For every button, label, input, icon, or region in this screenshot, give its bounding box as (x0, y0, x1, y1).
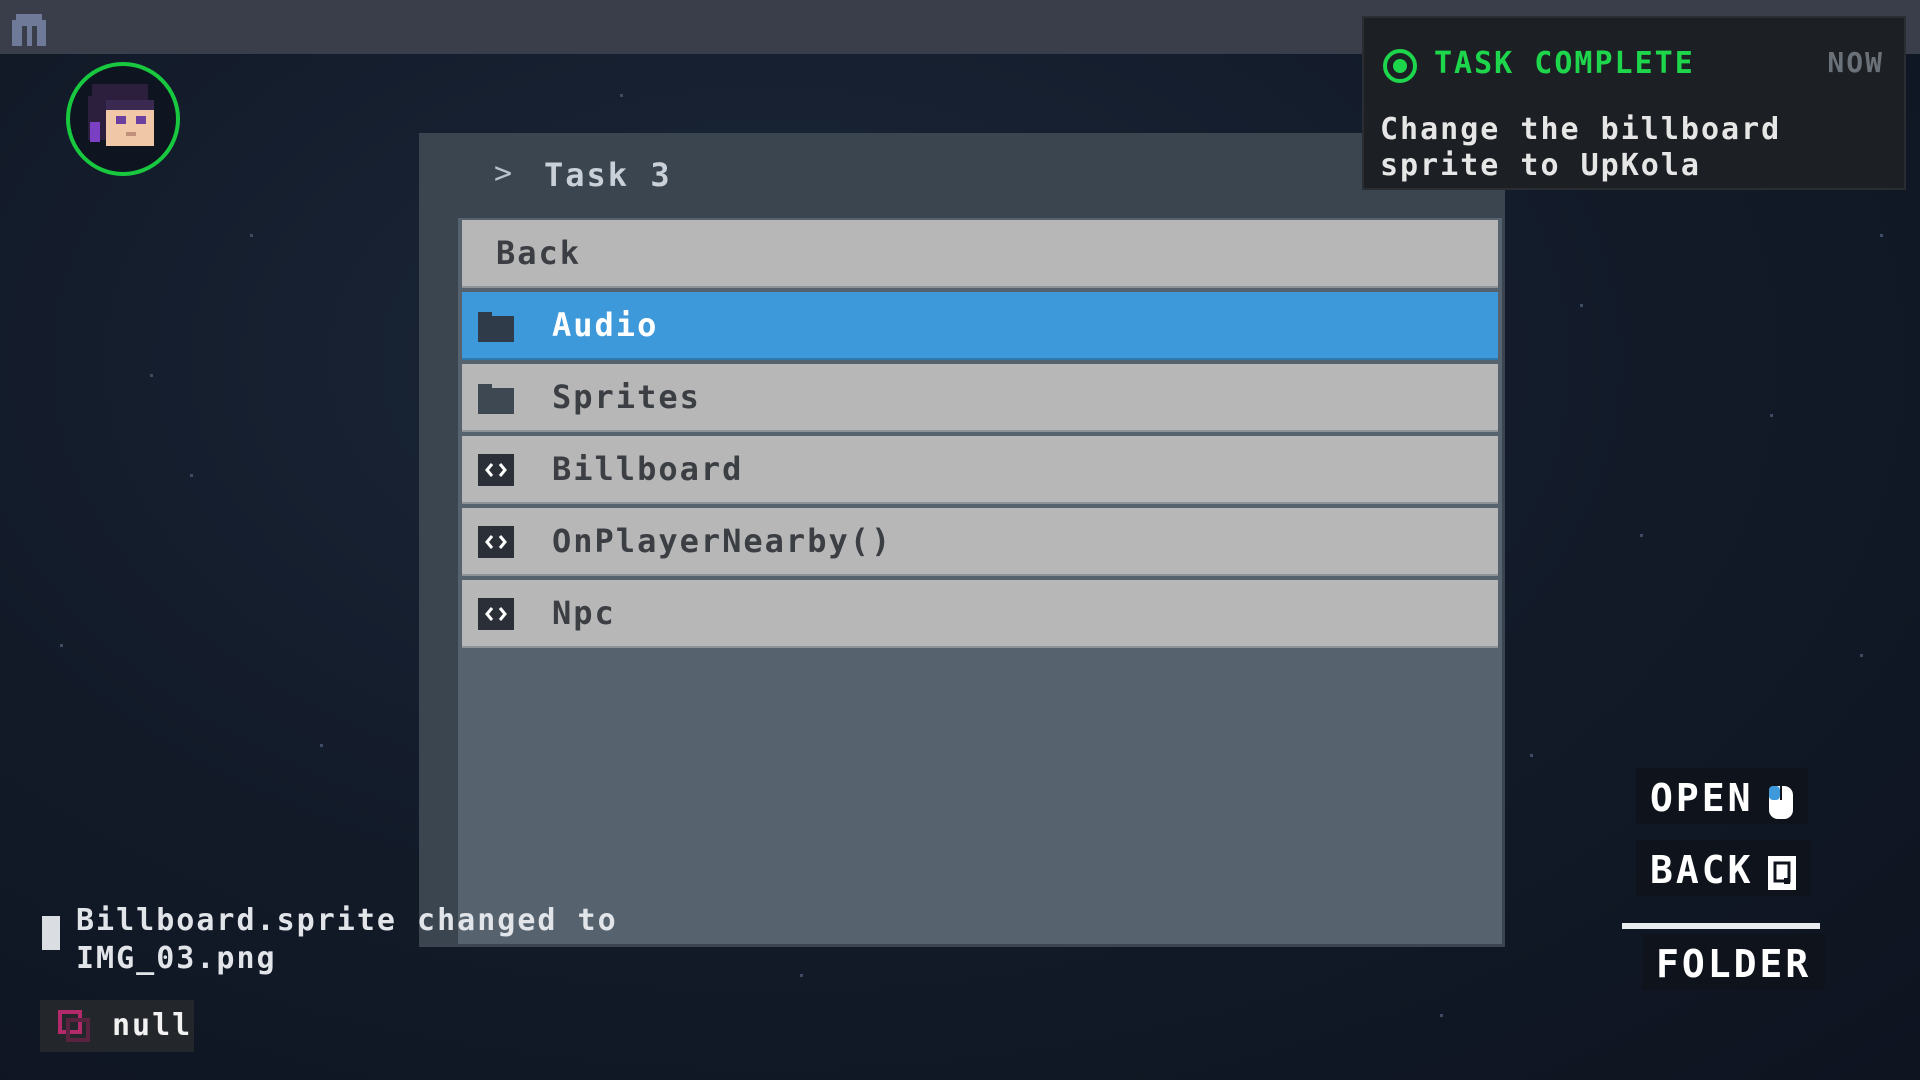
log-message: Billboard.sprite changed to IMG_03.png (76, 903, 618, 976)
task-complete-icon (1383, 49, 1417, 83)
player-avatar (66, 62, 180, 176)
object-reference-icon (58, 1010, 90, 1042)
script-icon (478, 454, 514, 486)
list-item-label: OnPlayerNearby() (552, 522, 893, 560)
list-item-label: Billboard (552, 450, 744, 488)
list-item-audio[interactable]: Audio (462, 292, 1498, 360)
q-key-icon (1767, 855, 1796, 890)
script-icon (478, 526, 514, 558)
list-item-label: Audio (552, 306, 659, 344)
task-complete-notification: TASK COMPLETE NOW Change the billboard s… (1364, 18, 1904, 188)
folder-icon (478, 384, 514, 414)
back-label: BACK (1650, 848, 1754, 892)
controls-divider (1622, 923, 1820, 929)
character-portrait-icon (88, 84, 154, 146)
selected-object-status: null (40, 1000, 194, 1052)
notification-heading: TASK COMPLETE (1434, 46, 1695, 81)
list-item-npc[interactable]: Npc (462, 580, 1498, 648)
list-item-billboard[interactable]: Billboard (462, 436, 1498, 504)
folder-label: FOLDER (1656, 942, 1812, 986)
list-item-sprites[interactable]: Sprites (462, 364, 1498, 432)
list-item-label: Sprites (552, 378, 701, 416)
open-label: OPEN (1650, 776, 1754, 820)
notification-body: Change the billboard sprite to UpKola (1380, 112, 1782, 183)
list-item-label: Back (496, 234, 582, 272)
back-control[interactable]: BACK (1636, 840, 1810, 896)
status-value: null (112, 1008, 193, 1043)
folder-icon (478, 312, 514, 342)
file-list: Back Audio Sprites Billboard OnPlayerNea… (462, 220, 1498, 652)
mouse-left-click-icon (1768, 781, 1793, 819)
log-cursor (42, 916, 60, 950)
open-control[interactable]: OPEN (1636, 768, 1808, 824)
window-header: > Task 3 (458, 136, 1502, 218)
window-side-bar (422, 136, 458, 944)
notification-time: NOW (1827, 46, 1884, 79)
game-logo-icon (12, 14, 46, 46)
back-row[interactable]: Back (462, 220, 1498, 288)
list-item-onplayernearby[interactable]: OnPlayerNearby() (462, 508, 1498, 576)
file-browser-window: > Task 3 Back Audio Sprites Billboard On… (422, 136, 1502, 944)
list-item-label: Npc (552, 594, 616, 632)
folder-control[interactable]: FOLDER (1642, 934, 1826, 990)
script-icon (478, 598, 514, 630)
event-log: Billboard.sprite changed to IMG_03.png (40, 902, 640, 982)
chevron-right-icon: > (494, 156, 513, 191)
window-title: Task 3 (544, 156, 672, 194)
